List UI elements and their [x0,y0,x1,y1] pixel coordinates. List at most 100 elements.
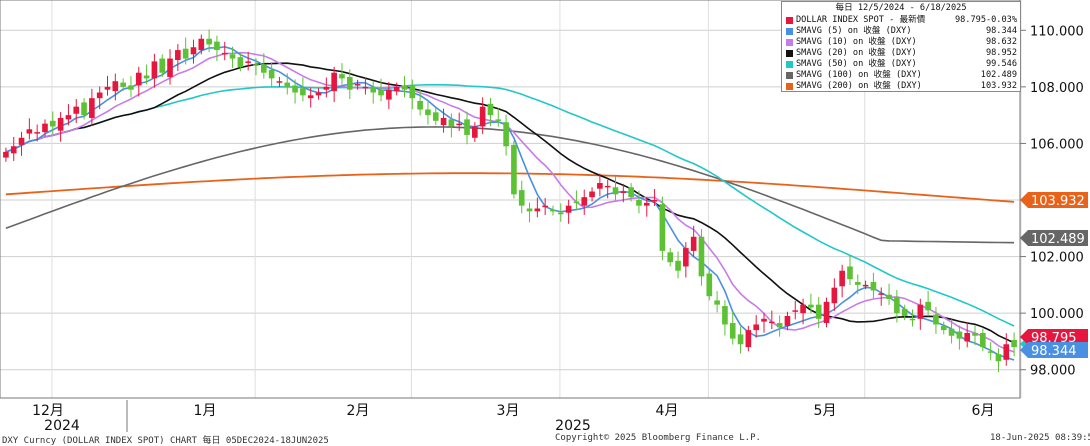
candle-body [729,323,736,339]
legend-title: 每日 12/5/2024 - 6/18/2025 [835,3,967,13]
legend-value: 98.344 [985,26,1017,36]
candle-body [894,297,900,314]
candle-body [972,332,978,336]
y-tick-label: 100.000 [1030,307,1084,322]
candle-body [722,306,728,325]
candle-body [479,106,486,127]
candle-body [18,137,25,145]
candle-body [839,270,845,287]
candle-body [432,112,439,121]
candle-body [440,117,447,126]
candle-body [769,321,775,324]
footer-left: DXY Curncy (DOLLAR INDEX SPOT) CHART 每日 … [2,436,329,446]
candle-body [753,324,759,331]
y-tick-label: 108.000 [1030,81,1084,96]
candle-body [42,123,48,133]
candle-body [917,304,924,319]
legend-row-sma50: SMAVG (50) on 收盤 (DXY) 99.546 [782,59,1020,70]
candle-body [776,323,783,328]
candle-body [597,183,603,189]
candle-body [659,204,666,251]
candle-body [612,187,619,195]
candle-body [229,54,236,59]
sma20-line [5,62,1015,344]
candle-body [808,304,814,308]
candle-body [557,212,564,215]
legend-label: DOLLAR INDEX SPOT - 最新價 [796,15,926,25]
candle-body [800,304,806,314]
candle-body [292,85,298,93]
candle-body [854,282,861,285]
candle-body [456,123,463,126]
year-label: 2024 [44,418,80,434]
x-tick-label: 2月 [347,403,370,419]
y-tick-label: 106.000 [1030,137,1084,152]
sma200-line [5,172,1015,203]
candle-body [190,47,197,55]
candle-body [307,95,314,99]
candle-body [151,61,158,79]
candle-body [651,200,658,202]
y-tick-label: 110.000 [1030,24,1084,39]
candle-body [526,208,533,212]
candle-body [1003,344,1010,360]
x-tick-label: 12月 [32,403,64,419]
legend-row-sma100: SMAVG (100) on 收盤 (DXY) 102.489 [782,70,1020,81]
candle-body [714,300,720,305]
candle-body [362,86,369,89]
price-tag-label: 102.489 [1031,232,1085,247]
legend-value: 102.489 [980,70,1017,80]
x-tick-label: 1月 [194,403,217,419]
legend-label: SMAVG (50) on 收盤 (DXY) [796,59,917,69]
candle-body [464,119,470,135]
candle-body [628,187,634,198]
candle-body [831,287,838,304]
candle-body [10,146,17,154]
candle-body [948,328,955,336]
candle-body [417,101,423,110]
candle-body [159,58,166,73]
candle-body [26,129,33,134]
candle-body [237,57,244,68]
candle-body [901,308,908,316]
x-tick-label: 4月 [656,403,679,419]
candle-body [253,64,259,66]
candle-body [401,85,408,90]
candle-body [886,294,892,299]
candle-body [167,58,173,77]
legend-value: 99.546 [985,59,1017,69]
candle-body [815,304,822,319]
candle-body [511,144,517,195]
candle-body [940,325,947,331]
candle-body [65,115,72,120]
footer-center: Copyright© 2025 Bloomberg Finance L.P. [555,433,761,443]
x-axis: 12月 1月 2月 3月 4月 5月 6月 2024 2025 [32,400,994,434]
candle-body [409,85,416,99]
legend-label: SMAVG (20) on 收盤 (DXY) [796,48,917,58]
candle-body [667,252,674,263]
candle-body [339,74,345,79]
candle-body [581,197,588,206]
candle-body [96,92,103,99]
candle-body [346,76,353,90]
candle-body [214,41,220,51]
candle-body [909,318,916,321]
candle-body [386,89,392,100]
candle-body [276,81,283,83]
x-tick-label: 3月 [497,403,520,419]
candle-body [643,202,650,206]
candle-body [3,151,9,158]
candle-body [487,103,494,116]
candle-body [73,106,80,114]
x-tick-label: 6月 [972,403,995,419]
candle-body [135,72,142,86]
candle-body [573,201,580,203]
price-tag-label: 98.344 [1031,344,1077,359]
legend-value: 103.932 [980,81,1017,91]
candle-body [49,120,56,127]
candle-body [956,331,963,339]
candle-body [737,334,744,345]
legend-swatch [786,83,793,90]
year-label: 2025 [555,418,591,434]
legend-row-dxy: DOLLAR INDEX SPOT - 最新價 98.795 -0.03% [782,15,1020,26]
